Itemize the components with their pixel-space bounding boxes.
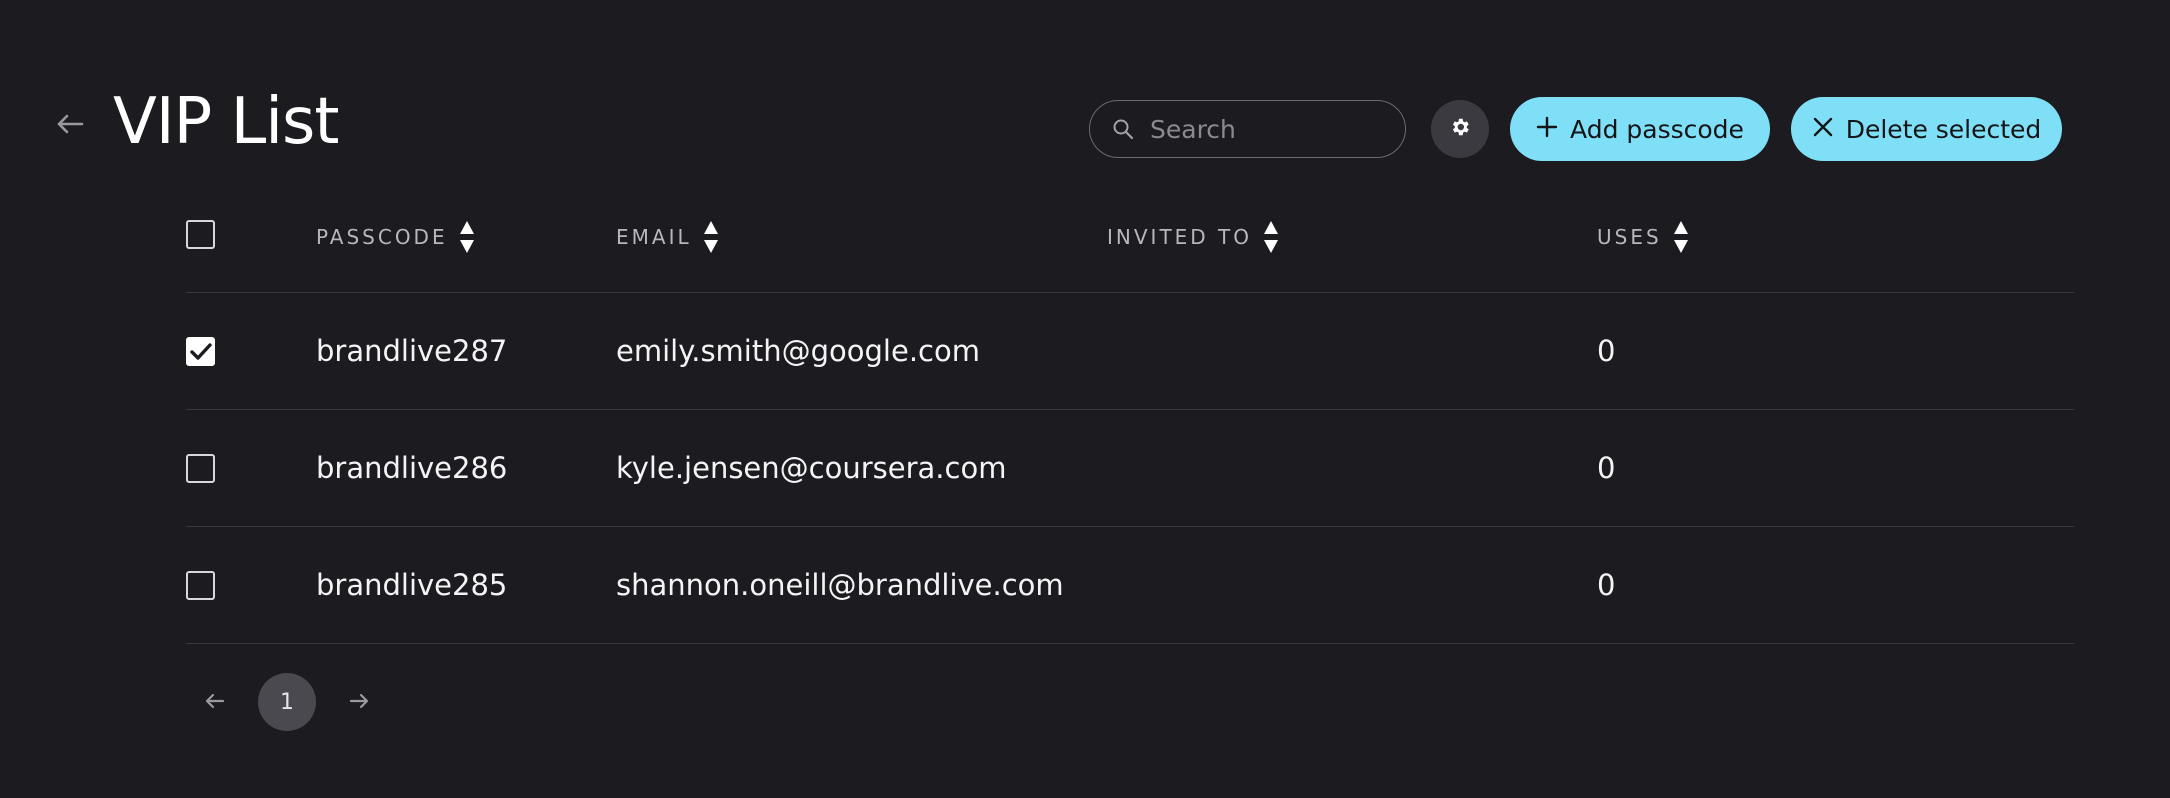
column-header-passcode[interactable]: PASSCODE xyxy=(316,219,476,255)
search-icon xyxy=(1110,116,1136,142)
column-header-invited-to[interactable]: INVITED TO xyxy=(1107,219,1280,255)
plus-icon xyxy=(1536,115,1558,144)
search-box[interactable] xyxy=(1089,100,1406,158)
column-label: INVITED TO xyxy=(1107,225,1253,249)
column-label: PASSCODE xyxy=(316,225,448,249)
table-row[interactable]: brandlive287 emily.smith@google.com 0 xyxy=(186,293,2074,410)
sort-icon xyxy=(1673,221,1688,253)
delete-selected-button[interactable]: Delete selected xyxy=(1791,97,2062,161)
email-cell: kyle.jensen@coursera.com xyxy=(616,451,1007,485)
delete-selected-label: Delete selected xyxy=(1845,114,2042,144)
search-input[interactable] xyxy=(1150,114,1370,144)
arrow-left-icon xyxy=(205,693,225,713)
close-icon xyxy=(1812,115,1834,144)
uses-cell: 0 xyxy=(1597,451,1616,485)
vip-list-page: VIP List Add passcode Delete selected PA xyxy=(0,0,2170,798)
add-passcode-button[interactable]: Add passcode xyxy=(1510,97,1770,161)
uses-cell: 0 xyxy=(1597,334,1616,368)
passcode-cell: brandlive285 xyxy=(316,568,508,602)
table-row[interactable]: brandlive285 shannon.oneill@brandlive.co… xyxy=(186,527,2074,644)
arrow-right-icon xyxy=(349,693,369,713)
column-label: USES xyxy=(1597,225,1662,249)
column-header-email[interactable]: EMAIL xyxy=(616,219,720,255)
sort-icon xyxy=(703,221,718,253)
sort-icon xyxy=(459,221,474,253)
sort-icon xyxy=(1264,221,1279,253)
pagination-prev-button[interactable] xyxy=(197,685,233,721)
table-header: PASSCODE EMAIL INVITED TO USES xyxy=(186,198,2074,293)
back-button[interactable] xyxy=(52,108,88,144)
uses-cell: 0 xyxy=(1597,568,1616,602)
email-cell: emily.smith@google.com xyxy=(616,334,980,368)
column-header-uses[interactable]: USES xyxy=(1597,219,1690,255)
passcode-table: PASSCODE EMAIL INVITED TO USES brandlive… xyxy=(186,198,2074,644)
passcode-cell: brandlive286 xyxy=(316,451,508,485)
passcode-cell: brandlive287 xyxy=(316,334,508,368)
settings-button[interactable] xyxy=(1431,100,1489,158)
column-label: EMAIL xyxy=(616,225,692,249)
row-checkbox[interactable] xyxy=(186,337,215,366)
gear-icon xyxy=(1449,116,1471,142)
row-checkbox[interactable] xyxy=(186,571,215,600)
page-title: VIP List xyxy=(113,85,339,159)
pagination-next-button[interactable] xyxy=(341,685,377,721)
check-icon xyxy=(189,342,212,360)
table-row[interactable]: brandlive286 kyle.jensen@coursera.com 0 xyxy=(186,410,2074,527)
select-all-checkbox[interactable] xyxy=(186,220,215,249)
row-checkbox[interactable] xyxy=(186,454,215,483)
pagination-page-1[interactable]: 1 xyxy=(258,673,316,731)
add-passcode-label: Add passcode xyxy=(1570,114,1744,144)
arrow-left-icon xyxy=(56,113,84,139)
email-cell: shannon.oneill@brandlive.com xyxy=(616,568,1064,602)
